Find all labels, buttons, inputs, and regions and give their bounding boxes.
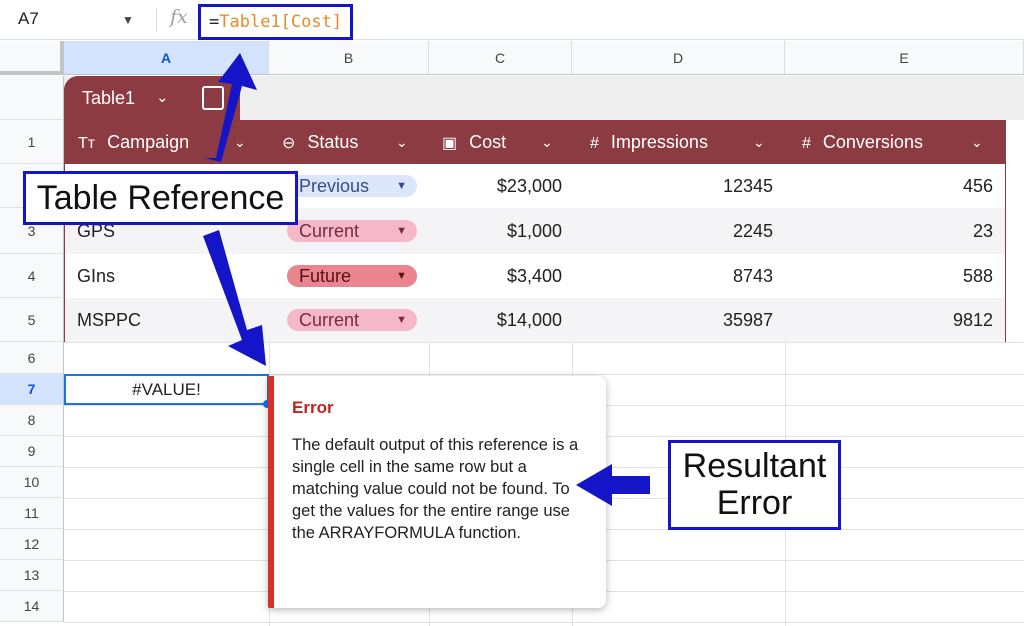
status-chip[interactable]: Current ▼ (287, 220, 417, 242)
chip-dropdown-icon: ▼ (396, 225, 407, 237)
cell-conversions[interactable]: 9812 (785, 298, 993, 342)
callout-resultant-error: Resultant Error (668, 440, 841, 530)
chip-dropdown-icon: ▼ (396, 314, 407, 326)
cell-impressions[interactable]: 8743 (573, 254, 773, 298)
cell-impressions[interactable]: 2245 (573, 208, 773, 254)
row-header-13[interactable]: 13 (0, 560, 64, 591)
error-message: The default output of this reference is … (292, 436, 579, 542)
selected-cell-a7[interactable]: #VALUE! (64, 374, 269, 405)
cell-cost[interactable]: $23,000 (430, 164, 562, 208)
table-row: MSPPC Current ▼ $14,000 35987 9812 (65, 298, 1005, 342)
row-header-9[interactable]: 9 (0, 436, 64, 467)
status-chip-label: Previous (299, 176, 370, 196)
table-name: Table1 (82, 88, 136, 108)
status-chip-label: Current (299, 310, 360, 330)
column-header-a[interactable]: A (64, 41, 269, 75)
error-title: Error (292, 398, 334, 417)
cell-campaign[interactable]: MSPPC (77, 298, 141, 342)
status-chip[interactable]: Previous ▼ (287, 175, 417, 197)
status-chip[interactable]: Current ▼ (287, 309, 417, 331)
cell-conversions[interactable]: 456 (785, 164, 993, 208)
formula-bar: A7 ▼ fx =Table1[Cost] (0, 0, 1024, 40)
row-header-8[interactable]: 8 (0, 405, 64, 436)
formula-equals: = (209, 12, 220, 32)
chip-dropdown-icon: ▼ (396, 270, 407, 282)
status-chip-label: Current (299, 221, 360, 241)
row-header-6[interactable]: 6 (0, 342, 64, 374)
row-header-12[interactable]: 12 (0, 529, 64, 560)
cell-impressions[interactable]: 35987 (573, 298, 773, 342)
cell-conversions[interactable]: 588 (785, 254, 993, 298)
row-header-tab-spacer (0, 76, 64, 120)
callout-resultant-line-1: Resultant (682, 447, 827, 485)
select-all-corner[interactable] (0, 41, 64, 75)
fx-icon: fx (170, 6, 188, 28)
cell-campaign[interactable]: GIns (77, 254, 115, 298)
formula-bar-divider (156, 8, 157, 32)
column-header-c[interactable]: C (429, 41, 572, 75)
name-box[interactable]: A7 (18, 9, 39, 29)
cell-cost[interactable]: $14,000 (430, 298, 562, 342)
header-conversions-chevron-wrap: ⌄ (64, 120, 994, 164)
table-header-row: Tт Campaign ⌄ ⊖ Status ⌄ ▣ Cost ⌄ # Impressi… (64, 120, 1006, 164)
row-header-5[interactable]: 5 (0, 298, 64, 342)
error-tooltip: Error The default output of this referen… (268, 376, 606, 608)
grid-line (64, 342, 1024, 343)
cell-impressions[interactable]: 12345 (573, 164, 773, 208)
status-chip[interactable]: Future ▼ (287, 265, 417, 287)
formula-input[interactable]: =Table1[Cost] (198, 4, 354, 40)
row-header-4[interactable]: 4 (0, 254, 64, 298)
chevron-down-icon[interactable]: ⌄ (971, 120, 983, 164)
column-header-b[interactable]: B (269, 41, 429, 75)
column-header-d[interactable]: D (572, 41, 785, 75)
cell-conversions[interactable]: 23 (785, 208, 993, 254)
row-header-10[interactable]: 10 (0, 467, 64, 498)
chip-dropdown-icon: ▼ (396, 180, 407, 192)
cell-cost[interactable]: $3,400 (430, 254, 562, 298)
row-header-11[interactable]: 11 (0, 498, 64, 529)
callout-table-reference: Table Reference (23, 171, 298, 225)
status-chip-label: Future (299, 266, 352, 286)
grid-line (64, 622, 1024, 623)
name-box-caret-icon[interactable]: ▼ (122, 13, 134, 27)
row-header-7[interactable]: 7 (0, 374, 64, 405)
row-header-1[interactable]: 1 (0, 120, 64, 164)
table-view-icon[interactable] (202, 86, 224, 110)
table-row: GIns Future ▼ $3,400 8743 588 (65, 254, 1005, 298)
row-header-14[interactable]: 14 (0, 591, 64, 622)
table-menu-chevron-icon[interactable]: ⌄ (156, 88, 169, 106)
table-name-tab[interactable]: Table1 ⌄ (64, 76, 240, 120)
formula-table-reference: Table1[Cost] (219, 12, 343, 32)
column-header-e[interactable]: E (785, 41, 1024, 75)
callout-resultant-line-2: Error (716, 484, 793, 522)
cell-cost[interactable]: $1,000 (430, 208, 562, 254)
